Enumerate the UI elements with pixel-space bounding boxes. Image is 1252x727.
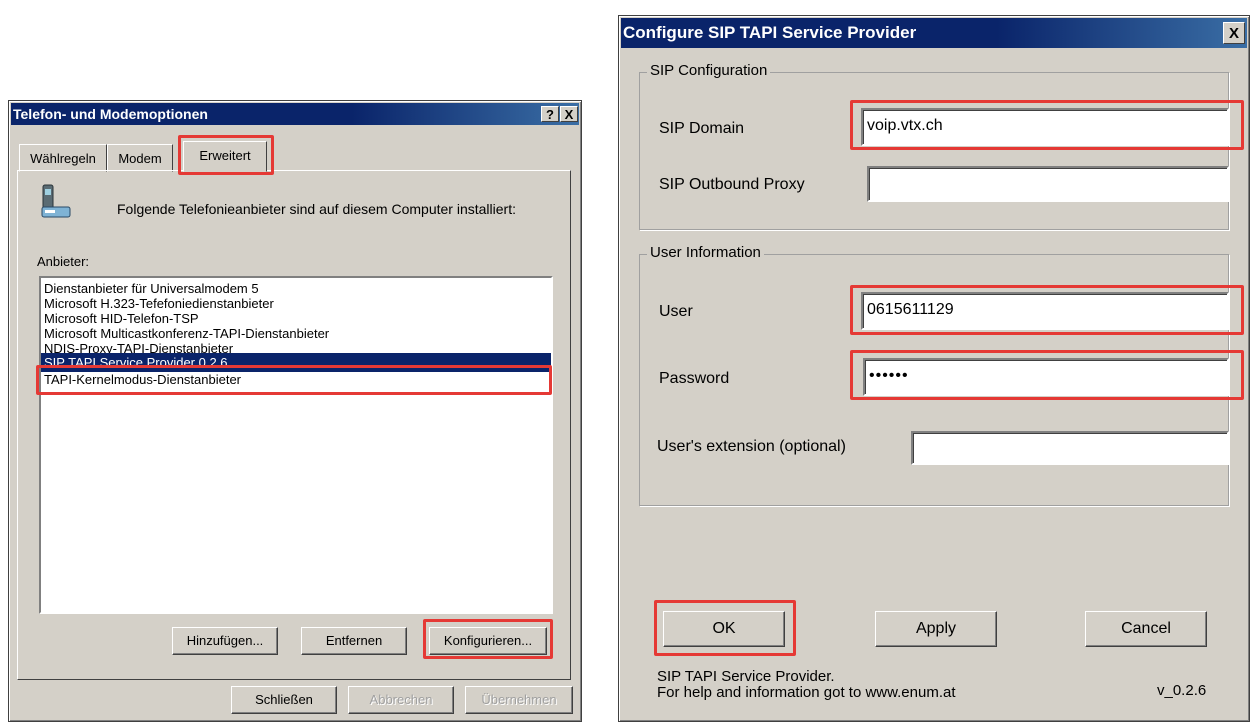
description-text: Folgende Telefonieanbieter sind auf dies… [117, 201, 516, 217]
close-dialog-button[interactable]: Schließen [231, 686, 337, 714]
list-item[interactable]: Microsoft Multicastkonferenz-TAPI-Dienst… [41, 326, 551, 341]
ok-button[interactable]: OK [663, 611, 785, 647]
close-button[interactable]: X [1223, 22, 1245, 44]
phone-modem-icon [39, 183, 73, 221]
apply-dialog-button[interactable]: Übernehmen [465, 686, 573, 714]
user-input[interactable]: 0615611129 [861, 292, 1229, 330]
sip-domain-label: SIP Domain [659, 120, 745, 137]
cancel-dialog-button[interactable]: Abbrechen [348, 686, 454, 714]
extension-input[interactable] [911, 431, 1229, 465]
list-item[interactable]: Dienstanbieter für Universalmodem 5 [41, 281, 551, 296]
sip-configuration-title: SIP Configuration [647, 62, 771, 79]
close-button[interactable]: X [560, 106, 578, 122]
cancel-button[interactable]: Cancel [1085, 611, 1207, 647]
help-button[interactable]: ? [541, 106, 559, 122]
user-information-title: User Information [647, 244, 764, 261]
tab-modem[interactable]: Modem [107, 144, 173, 172]
footer-text-line2: For help and information got to www.enum… [657, 684, 956, 701]
sip-domain-input[interactable]: voip.vtx.ch [861, 108, 1229, 146]
telefon-modem-dialog: Telefon- und Modemoptionen ? X Wählregel… [8, 100, 582, 722]
window-title: Configure SIP TAPI Service Provider [623, 23, 917, 42]
window-title: Telefon- und Modemoptionen [13, 106, 208, 122]
user-label: User [659, 303, 693, 320]
tab-erweitert[interactable]: Erweitert [183, 141, 267, 172]
extension-label: User's extension (optional) [657, 438, 846, 455]
list-item[interactable]: Microsoft H.323-Tefefoniedienstanbieter [41, 296, 551, 311]
list-item-selected[interactable]: SIP TAPI Service Provider 0.2.6 [41, 353, 551, 372]
providers-label: Anbieter: [37, 254, 90, 269]
apply-button[interactable]: Apply [875, 611, 997, 647]
password-input[interactable]: •••••• [863, 358, 1229, 396]
configure-sip-dialog: Configure SIP TAPI Service Provider X SI… [618, 15, 1250, 722]
titlebar: Configure SIP TAPI Service Provider X [621, 18, 1247, 48]
password-label: Password [659, 370, 730, 387]
tab-waehlregeln[interactable]: Wählregeln [19, 144, 107, 172]
sip-configuration-group [639, 72, 1229, 230]
sip-outbound-proxy-input[interactable] [867, 166, 1229, 202]
providers-list[interactable]: Dienstanbieter für Universalmodem 5 Micr… [39, 276, 553, 614]
remove-button[interactable]: Entfernen [301, 627, 407, 655]
sip-outbound-proxy-label: SIP Outbound Proxy [659, 176, 805, 193]
configure-button[interactable]: Konfigurieren... [429, 627, 547, 655]
footer-text-line1: SIP TAPI Service Provider. [657, 668, 835, 685]
list-item[interactable]: TAPI-Kernelmodus-Dienstanbieter [41, 372, 551, 387]
list-item[interactable]: NDIS-Proxy-TAPI-Dienstanbieter [41, 341, 551, 353]
list-item[interactable]: Microsoft HID-Telefon-TSP [41, 311, 551, 326]
add-button[interactable]: Hinzufügen... [172, 627, 278, 655]
titlebar: Telefon- und Modemoptionen ? X [11, 103, 579, 125]
version-label: v_0.2.6 [1157, 682, 1207, 699]
